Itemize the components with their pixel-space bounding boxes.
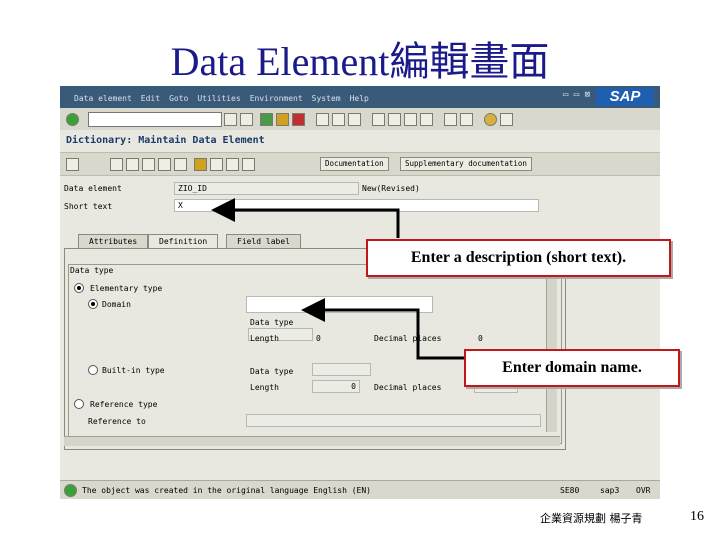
domain-callout: Enter domain name. (464, 349, 680, 387)
layout-icon[interactable] (500, 113, 513, 126)
length-label-2: Length (250, 383, 279, 392)
menu-help[interactable]: Help (350, 94, 369, 103)
cancel-icon[interactable] (292, 113, 305, 126)
find-next-icon[interactable] (348, 113, 361, 126)
tab-attributes[interactable]: Attributes (78, 234, 149, 248)
menu-edit[interactable]: Edit (141, 94, 160, 103)
shortcut-icon[interactable] (460, 113, 473, 126)
domain-radio[interactable] (88, 299, 98, 309)
horizontal-scrollbar[interactable] (64, 436, 560, 446)
activate-icon[interactable] (142, 158, 155, 171)
hierarchy-icon[interactable] (210, 158, 223, 171)
status-message: The object was created in the original l… (82, 486, 371, 495)
reference-to-field[interactable] (246, 414, 541, 427)
status-value: New(Revised) (362, 184, 420, 193)
documentation-button[interactable]: Documentation (320, 157, 389, 171)
decimal-places-label-2: Decimal places (374, 383, 442, 392)
supplementary-documentation-button[interactable]: Supplementary documentation (400, 157, 532, 171)
elementary-type-radio[interactable] (74, 283, 84, 293)
length-field-2[interactable]: 0 (312, 380, 360, 393)
data-type-field-2[interactable] (312, 363, 371, 376)
command-field[interactable] (88, 112, 222, 127)
first-page-icon[interactable] (372, 113, 385, 126)
menu-goto[interactable]: Goto (169, 94, 188, 103)
menu-utilities[interactable]: Utilities (197, 94, 240, 103)
length-label: Length (250, 334, 279, 343)
menu-environment[interactable]: Environment (250, 94, 303, 103)
info-icon[interactable] (194, 158, 207, 171)
sap-window: Data element Edit Goto Utilities Environ… (60, 86, 660, 499)
elementary-type-label: Elementary type (90, 284, 163, 293)
status-system: SE80 (560, 486, 580, 495)
menu-bar: Data element Edit Goto Utilities Environ… (60, 86, 660, 108)
last-page-icon[interactable] (420, 113, 433, 126)
sap-logo: SAP (596, 88, 654, 106)
table-icon[interactable] (226, 158, 239, 171)
domain-field[interactable] (246, 296, 433, 313)
reference-type-label: Reference type (90, 400, 158, 409)
enter-icon[interactable] (66, 113, 79, 126)
prev-page-icon[interactable] (388, 113, 401, 126)
status-client: sap3 (600, 486, 620, 495)
data-element-label: Data element (64, 184, 122, 193)
where-used-icon[interactable] (158, 158, 171, 171)
page-number: 16 (690, 509, 704, 524)
reference-to-label: Reference to (88, 417, 146, 426)
reference-type-radio[interactable] (74, 399, 84, 409)
data-type-label-2: Data type (250, 367, 294, 376)
page-title: Dictionary: Maintain Data Element (66, 135, 265, 146)
display-change-icon[interactable] (110, 158, 123, 171)
decimal-places-label: Decimal places (374, 334, 442, 343)
footer-text: 企業資源規劃 楊子青 (540, 512, 643, 525)
short-text-field[interactable]: X (174, 199, 539, 212)
builtin-type-label: Built-in type (102, 366, 165, 375)
save-icon[interactable] (240, 113, 253, 126)
standard-toolbar (60, 108, 660, 131)
application-toolbar: Documentation Supplementary documentatio… (60, 152, 660, 176)
builtin-type-radio[interactable] (88, 365, 98, 375)
domain-label: Domain (102, 300, 131, 309)
new-session-icon[interactable] (444, 113, 457, 126)
other-object-icon[interactable] (66, 158, 79, 171)
dropdown-icon[interactable] (224, 113, 237, 126)
print-icon[interactable] (316, 113, 329, 126)
page-header: Dictionary: Maintain Data Element (60, 130, 660, 152)
data-element-field[interactable]: ZIO_ID (174, 182, 359, 195)
menu-system[interactable]: System (312, 94, 341, 103)
slide-title: Data Element編輯畫面 (170, 39, 550, 84)
length-value: 0 (316, 334, 321, 343)
tab-definition[interactable]: Definition (148, 234, 219, 248)
window-controls[interactable]: ▭ ▭ ⊠ (563, 90, 590, 100)
tab-field-label[interactable]: Field label (226, 234, 301, 248)
success-icon (64, 484, 77, 497)
short-text-label: Short text (64, 202, 113, 211)
status-bar: The object was created in the original l… (60, 480, 660, 499)
data-type-label: Data type (250, 318, 294, 327)
check-icon[interactable] (126, 158, 139, 171)
status-mode: OVR (636, 486, 651, 495)
next-page-icon[interactable] (404, 113, 417, 126)
back-icon[interactable] (260, 113, 273, 126)
exit-icon[interactable] (276, 113, 289, 126)
help-icon[interactable] (484, 113, 497, 126)
display-icon[interactable] (242, 158, 255, 171)
decimal-places-value: 0 (478, 334, 483, 343)
object-list-icon[interactable] (174, 158, 187, 171)
short-text-callout: Enter a description (short text). (366, 239, 671, 277)
find-icon[interactable] (332, 113, 345, 126)
menu-data-element[interactable]: Data element (74, 94, 132, 103)
